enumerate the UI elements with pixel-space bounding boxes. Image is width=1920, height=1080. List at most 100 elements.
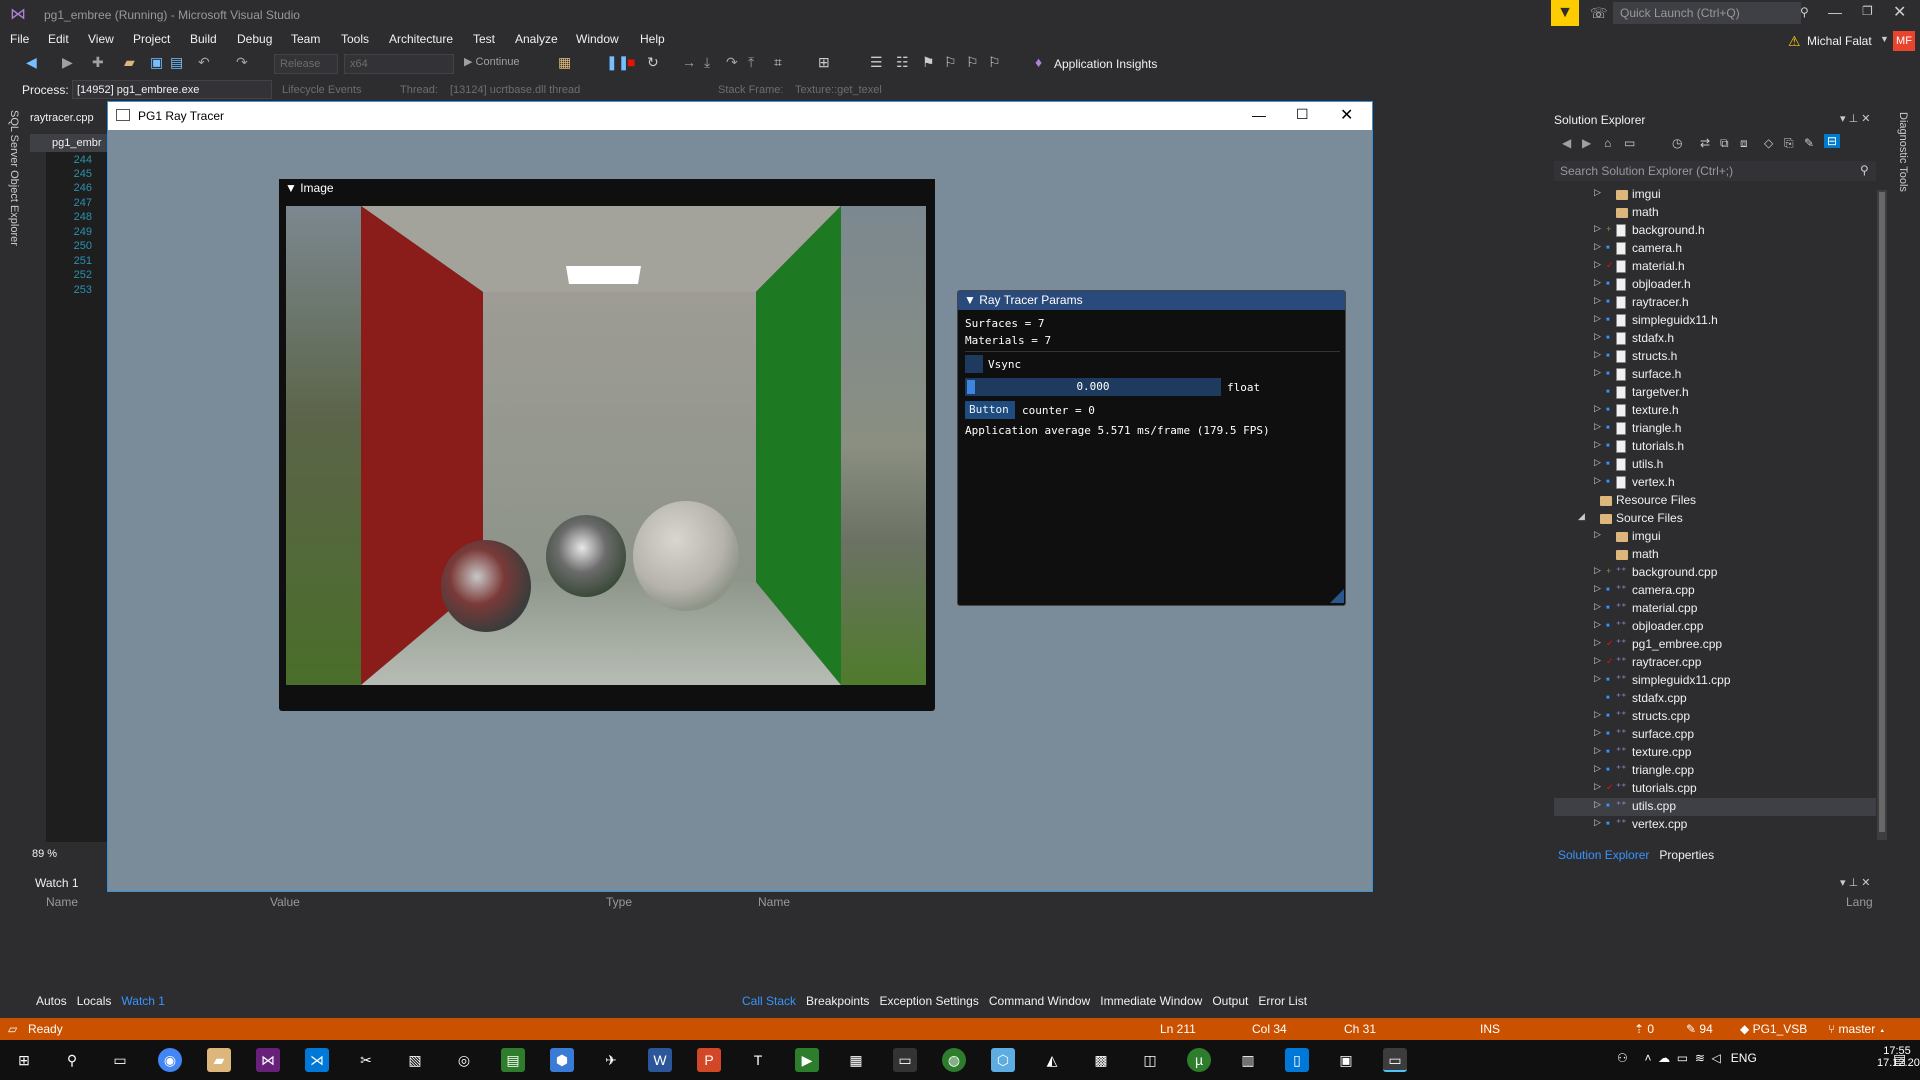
warning-icon[interactable]: ⚠ bbox=[1788, 33, 1801, 50]
utorrent-icon[interactable]: µ bbox=[1187, 1048, 1211, 1072]
tree-item[interactable]: ■ targetver.h bbox=[1554, 384, 1876, 402]
expand-icon[interactable]: ▷ bbox=[1594, 817, 1601, 828]
menu-analyze[interactable]: Analyze bbox=[515, 32, 558, 46]
search-icon[interactable]: ⚲ bbox=[60, 1048, 84, 1072]
wifi-icon[interactable]: ≋ bbox=[1695, 1051, 1705, 1065]
tree-item[interactable]: ▷ ■ texture.h bbox=[1554, 402, 1876, 420]
tree-item[interactable]: math bbox=[1554, 204, 1876, 222]
tree-item[interactable]: ▷ ✓ ⁺⁺ tutorials.cpp bbox=[1554, 780, 1876, 798]
tab-error-list[interactable]: Error List bbox=[1258, 994, 1307, 1008]
close-button[interactable]: ✕ bbox=[1340, 105, 1353, 125]
tree-item[interactable]: ■ ⁺⁺ stdafx.cpp bbox=[1554, 690, 1876, 708]
lifecycle-events-dropdown[interactable]: Lifecycle Events bbox=[282, 84, 361, 96]
tree-item[interactable]: ▷ ■ ⁺⁺ material.cpp bbox=[1554, 600, 1876, 618]
preview-icon[interactable]: ⎘ bbox=[1784, 136, 1794, 151]
menu-tools[interactable]: Tools bbox=[341, 32, 369, 46]
task-view-icon[interactable]: ▭ bbox=[108, 1048, 132, 1072]
tree-item[interactable]: ▷ ■ ⁺⁺ camera.cpp bbox=[1554, 582, 1876, 600]
tree-item[interactable]: ▷ + ⁺⁺ background.cpp bbox=[1554, 564, 1876, 582]
expand-icon[interactable]: ▷ bbox=[1594, 475, 1601, 486]
tab-watch-1[interactable]: Watch 1 bbox=[121, 994, 165, 1008]
media-icon[interactable]: ▶ bbox=[795, 1048, 819, 1072]
step-over-icon[interactable]: ↷ bbox=[726, 54, 738, 71]
undo-icon[interactable]: ↶ bbox=[198, 54, 210, 71]
expand-icon[interactable]: ▷ bbox=[1594, 583, 1601, 594]
user-name[interactable]: Michal Falat bbox=[1807, 34, 1872, 48]
expand-icon[interactable]: ▷ bbox=[1594, 763, 1601, 774]
tab-raytracer-cpp[interactable]: raytracer.cpp bbox=[30, 112, 94, 124]
expand-icon[interactable]: ▷ bbox=[1594, 799, 1601, 810]
chrome-icon[interactable]: ◉ bbox=[158, 1048, 182, 1072]
action-center-icon[interactable]: ▤ bbox=[1893, 1051, 1906, 1068]
tray-chevron-icon[interactable]: ˄ bbox=[1644, 1051, 1651, 1065]
tree-item[interactable]: ▷ ■ ⁺⁺ structs.cpp bbox=[1554, 708, 1876, 726]
quick-launch-input[interactable]: Quick Launch (Ctrl+Q) bbox=[1613, 2, 1801, 24]
branch-icon[interactable]: ⑂ master ▴ bbox=[1828, 1022, 1886, 1036]
column-header[interactable]: Value bbox=[270, 895, 300, 909]
expand-icon[interactable]: ▷ bbox=[1594, 439, 1601, 450]
expand-icon[interactable]: ▷ bbox=[1594, 457, 1601, 468]
open-icon[interactable]: ▰ bbox=[124, 54, 135, 71]
app-icon[interactable]: ◎ bbox=[452, 1048, 476, 1072]
pg1-titlebar[interactable]: PG1 Ray Tracer — ☐ ✕ bbox=[108, 102, 1372, 130]
close-button[interactable]: ✕ bbox=[1893, 2, 1906, 22]
column-header[interactable]: Name bbox=[46, 895, 78, 909]
save-all-icon[interactable]: ▤ bbox=[170, 54, 183, 71]
paint-icon[interactable]: ▧ bbox=[403, 1048, 427, 1072]
menu-test[interactable]: Test bbox=[473, 32, 495, 46]
pane-controls[interactable]: ▾ ⊥ ✕ bbox=[1840, 112, 1870, 125]
imgui-params-window[interactable]: ▼ Ray Tracer Params Surfaces = 7 Materia… bbox=[957, 290, 1346, 606]
code-editor[interactable]: 244 245 246 247 248 249 250 251 252 253 bbox=[46, 152, 108, 842]
terminal-icon[interactable]: ▭ bbox=[893, 1048, 917, 1072]
calculator-icon[interactable]: ▦ bbox=[844, 1048, 868, 1072]
expand-icon[interactable]: ▷ bbox=[1594, 259, 1601, 270]
tree-item[interactable]: ▷ ■ structs.h bbox=[1554, 348, 1876, 366]
save-icon[interactable]: ▣ bbox=[150, 54, 163, 71]
tree-item[interactable]: math bbox=[1554, 546, 1876, 564]
continue-button[interactable]: ▶ Continue bbox=[464, 55, 520, 68]
tree-item[interactable]: ▷ ■ utils.h bbox=[1554, 456, 1876, 474]
expand-icon[interactable]: ▷ bbox=[1594, 601, 1601, 612]
expand-icon[interactable]: ▷ bbox=[1594, 223, 1601, 234]
resize-grip[interactable] bbox=[1330, 589, 1344, 603]
expand-icon[interactable]: ▷ bbox=[1594, 637, 1601, 648]
forward-icon[interactable]: ▶ bbox=[1582, 136, 1591, 150]
threads-icon[interactable]: ⊞ bbox=[818, 54, 830, 71]
scrollbar-thumb[interactable] bbox=[1879, 192, 1885, 832]
minimize-button[interactable]: — bbox=[1252, 107, 1266, 123]
avatar[interactable]: MF bbox=[1893, 31, 1915, 51]
expand-icon[interactable]: ▷ bbox=[1594, 727, 1601, 738]
tree-item[interactable]: ▷ ■ ⁺⁺ objloader.cpp bbox=[1554, 618, 1876, 636]
video-icon[interactable]: ▩ bbox=[1089, 1048, 1113, 1072]
collapse-all-icon[interactable]: ⧉ bbox=[1720, 136, 1729, 151]
menu-build[interactable]: Build bbox=[190, 32, 217, 46]
menu-architecture[interactable]: Architecture bbox=[389, 32, 453, 46]
uncomment-icon[interactable]: ☷ bbox=[896, 54, 909, 71]
process-icon[interactable]: ▦ bbox=[558, 54, 571, 71]
tree-item[interactable]: ▷ ✓ material.h bbox=[1554, 258, 1876, 276]
next-bookmark-icon[interactable]: ⚐ bbox=[966, 54, 979, 71]
tree-item[interactable]: ▷ ■ ⁺⁺ vertex.cpp bbox=[1554, 816, 1876, 834]
tree-item[interactable]: ▷ ■ tutorials.h bbox=[1554, 438, 1876, 456]
vscode-icon[interactable]: ⋊ bbox=[305, 1048, 329, 1072]
tree-item[interactable]: ▷ ■ triangle.h bbox=[1554, 420, 1876, 438]
volume-icon[interactable]: ◁ bbox=[1712, 1051, 1721, 1065]
onedrive-icon[interactable]: ☁ bbox=[1658, 1051, 1670, 1065]
file-explorer-icon[interactable]: ▰ bbox=[207, 1048, 231, 1072]
column-header[interactable]: Type bbox=[606, 895, 632, 909]
menu-window[interactable]: Window bbox=[576, 32, 619, 46]
android-icon[interactable]: ◍ bbox=[942, 1048, 966, 1072]
expand-icon[interactable]: ▷ bbox=[1594, 187, 1601, 198]
hex-display-icon[interactable]: ⌗ bbox=[774, 54, 782, 71]
tab-output[interactable]: Output bbox=[1212, 994, 1248, 1008]
tab-exception-settings[interactable]: Exception Settings bbox=[879, 994, 978, 1008]
tab-autos[interactable]: Autos bbox=[36, 994, 67, 1008]
back-icon[interactable]: ◀ bbox=[1562, 136, 1571, 150]
diagnostic-tools-tab[interactable]: Diagnostic Tools bbox=[1897, 112, 1909, 192]
tree-item[interactable]: ▷ ■ surface.h bbox=[1554, 366, 1876, 384]
expand-icon[interactable]: ▷ bbox=[1594, 313, 1601, 324]
language-indicator[interactable]: ENG bbox=[1731, 1051, 1757, 1065]
tree-item[interactable]: ▷ ■ ⁺⁺ utils.cpp bbox=[1554, 798, 1876, 816]
solution-search-input[interactable]: Search Solution Explorer (Ctrl+;) bbox=[1554, 161, 1876, 181]
notification-filter-icon[interactable]: ▼ bbox=[1551, 0, 1579, 26]
